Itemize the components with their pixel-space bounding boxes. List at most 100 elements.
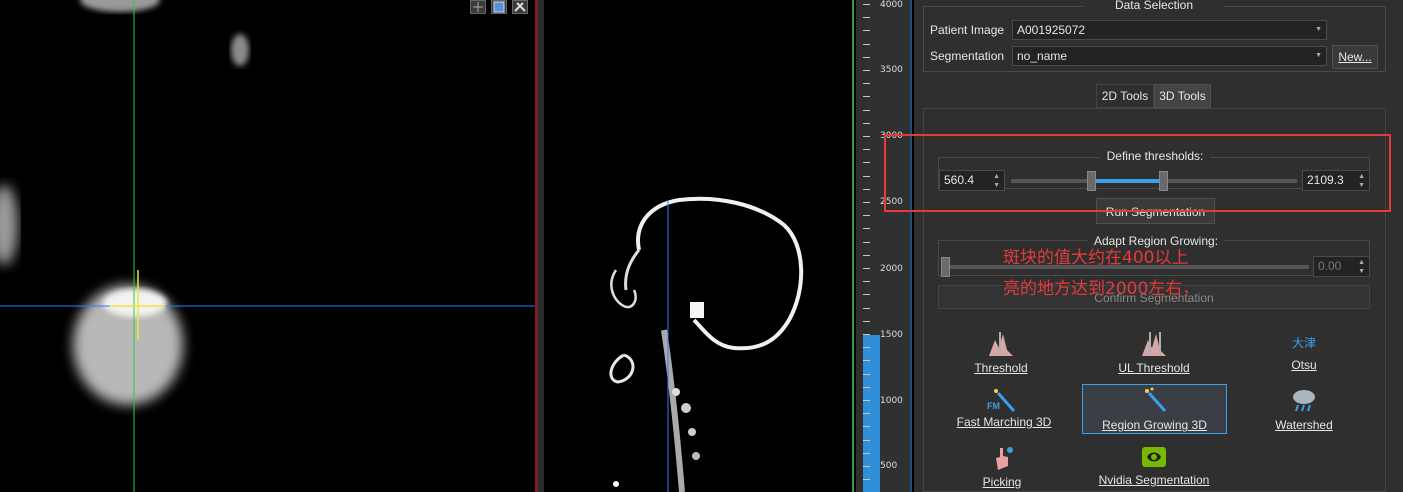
sagittal-skull-image bbox=[609, 196, 804, 492]
ruler-tick bbox=[863, 242, 870, 243]
nasal-bone bbox=[610, 269, 637, 309]
ruler-tick bbox=[863, 30, 870, 31]
tab-3d-tools[interactable]: 3D Tools bbox=[1154, 84, 1211, 108]
watershed-label: Watershed bbox=[1275, 418, 1333, 432]
ruler-tick bbox=[863, 321, 870, 322]
ruler-tick bbox=[863, 374, 870, 375]
region-growing-3d-label: Region Growing 3D bbox=[1102, 418, 1207, 432]
ruler-tick bbox=[863, 149, 870, 150]
region-growing-spinbox[interactable]: 0.00 ▲ ▼ bbox=[1313, 256, 1370, 277]
threshold-icon bbox=[989, 332, 1013, 356]
chevron-down-icon: ▼ bbox=[1315, 52, 1322, 59]
crosshair-toggle-icon[interactable] bbox=[470, 0, 486, 14]
new-segmentation-button[interactable]: New... bbox=[1332, 45, 1378, 69]
ruler-tick bbox=[863, 4, 870, 5]
watershed-icon bbox=[1293, 390, 1315, 412]
skull-outline bbox=[636, 196, 804, 351]
ruler-tick bbox=[863, 479, 870, 480]
nvidia-segmentation-label: Nvidia Segmentation bbox=[1098, 473, 1210, 487]
segmentation-select[interactable]: no_name ▼ bbox=[1012, 46, 1327, 66]
patient-image-label: Patient Image bbox=[930, 23, 1005, 37]
ruler-tick bbox=[863, 255, 870, 256]
intensity-ruler[interactable]: 4000 3500 3000 2500 2000 1500 1000 500 bbox=[856, 0, 912, 492]
ul-threshold-icon bbox=[1142, 332, 1166, 356]
jaw-bone bbox=[609, 353, 635, 384]
ruler-tick bbox=[863, 294, 870, 295]
bright-bone-fragment bbox=[690, 302, 704, 318]
nvidia-logo-icon bbox=[1142, 447, 1166, 467]
ruler-tick bbox=[863, 440, 870, 441]
ruler-tick bbox=[863, 83, 870, 84]
ruler-tick bbox=[863, 466, 870, 467]
ruler-tick bbox=[863, 228, 870, 229]
ruler-label-1000: 1000 bbox=[880, 396, 903, 406]
ruler-tick bbox=[863, 347, 870, 348]
ruler-tick bbox=[863, 426, 870, 427]
tab-2d-tools[interactable]: 2D Tools bbox=[1096, 84, 1154, 108]
annotation-line-1: 斑块的值大约在400以上 bbox=[1003, 248, 1189, 268]
ruler-label-3500: 3500 bbox=[880, 65, 903, 75]
region-growing-3d-tool-button[interactable]: Region Growing 3D bbox=[1082, 384, 1227, 434]
segmentation-label: Segmentation bbox=[930, 49, 1005, 63]
ruler-tick bbox=[863, 189, 870, 190]
ruler-tick bbox=[863, 215, 870, 216]
ruler-tick bbox=[863, 281, 870, 282]
ruler-tick bbox=[863, 413, 870, 414]
region-growing-value: 0.00 bbox=[1318, 259, 1342, 273]
ruler-tick bbox=[863, 176, 870, 177]
fast-marching-3d-tool-button[interactable]: FM Fast Marching 3D bbox=[949, 387, 1059, 433]
data-selection-title: Data Selection bbox=[1084, 0, 1224, 12]
otsu-label: Otsu bbox=[1291, 358, 1317, 372]
patient-image-select[interactable]: A001925072 ▼ bbox=[1012, 20, 1327, 40]
bright-spot bbox=[103, 289, 167, 317]
ruler-tick bbox=[863, 123, 870, 124]
ruler-tick bbox=[863, 387, 870, 388]
ruler-tick bbox=[863, 334, 870, 335]
face-contour bbox=[624, 249, 641, 291]
threshold-tool-button[interactable]: Threshold bbox=[956, 330, 1046, 376]
ruler-label-1500: 1500 bbox=[880, 330, 903, 340]
fm-icon-text: FM bbox=[987, 401, 1000, 411]
chevron-down-icon: ▼ bbox=[1315, 26, 1322, 33]
maximize-view-icon[interactable] bbox=[491, 0, 507, 14]
annotation-highlight-box bbox=[884, 134, 1391, 212]
top-tissue bbox=[80, 0, 160, 12]
patient-image-value: A001925072 bbox=[1017, 23, 1086, 37]
ruler-label-2000: 2000 bbox=[880, 264, 903, 274]
magic-wand-icon bbox=[1144, 387, 1166, 412]
ul-threshold-label: UL Threshold bbox=[1118, 361, 1190, 375]
ruler-tick bbox=[863, 360, 870, 361]
ruler-label-500: 500 bbox=[880, 461, 898, 471]
view-settings-icon[interactable] bbox=[512, 0, 528, 14]
ul-threshold-tool-button[interactable]: UL Threshold bbox=[1104, 330, 1204, 376]
otsu-icon: 大津 bbox=[1291, 336, 1316, 350]
sagittal-view[interactable] bbox=[544, 0, 854, 492]
picking-hand-icon bbox=[996, 447, 1013, 470]
ruler-label-4000: 4000 bbox=[880, 0, 903, 10]
fast-marching-label: Fast Marching 3D bbox=[956, 415, 1052, 429]
ruler-tick bbox=[863, 44, 870, 45]
ruler-tick bbox=[863, 162, 870, 163]
ruler-tick bbox=[863, 110, 870, 111]
picking-tool-button[interactable]: Picking bbox=[966, 444, 1038, 490]
ruler-tick bbox=[863, 308, 870, 309]
ruler-tick bbox=[863, 136, 870, 137]
spin-arrows-icon[interactable]: ▲ ▼ bbox=[1358, 258, 1365, 276]
ruler-tick bbox=[863, 453, 870, 454]
segmentation-value: no_name bbox=[1017, 49, 1068, 63]
annotation-line-2: 亮的地方达到2000左右， bbox=[1003, 279, 1200, 299]
axial-view[interactable] bbox=[0, 0, 535, 492]
picking-label: Picking bbox=[982, 475, 1022, 489]
ruler-tick bbox=[863, 70, 870, 71]
region-growing-handle[interactable] bbox=[941, 257, 950, 277]
otsu-tool-button[interactable]: 大津 Otsu bbox=[1268, 330, 1340, 376]
ruler-tick bbox=[863, 57, 870, 58]
ruler-tick bbox=[863, 96, 870, 97]
ruler-tick bbox=[863, 202, 870, 203]
segmentation-panel: Data Selection Patient Image A001925072 … bbox=[884, 0, 1403, 492]
watershed-tool-button[interactable]: Watershed bbox=[1259, 387, 1349, 433]
nvidia-segmentation-tool-button[interactable]: Nvidia Segmentation bbox=[1089, 444, 1219, 490]
ruler-tick bbox=[863, 400, 870, 401]
spine bbox=[661, 329, 685, 492]
axial-image bbox=[0, 0, 535, 492]
